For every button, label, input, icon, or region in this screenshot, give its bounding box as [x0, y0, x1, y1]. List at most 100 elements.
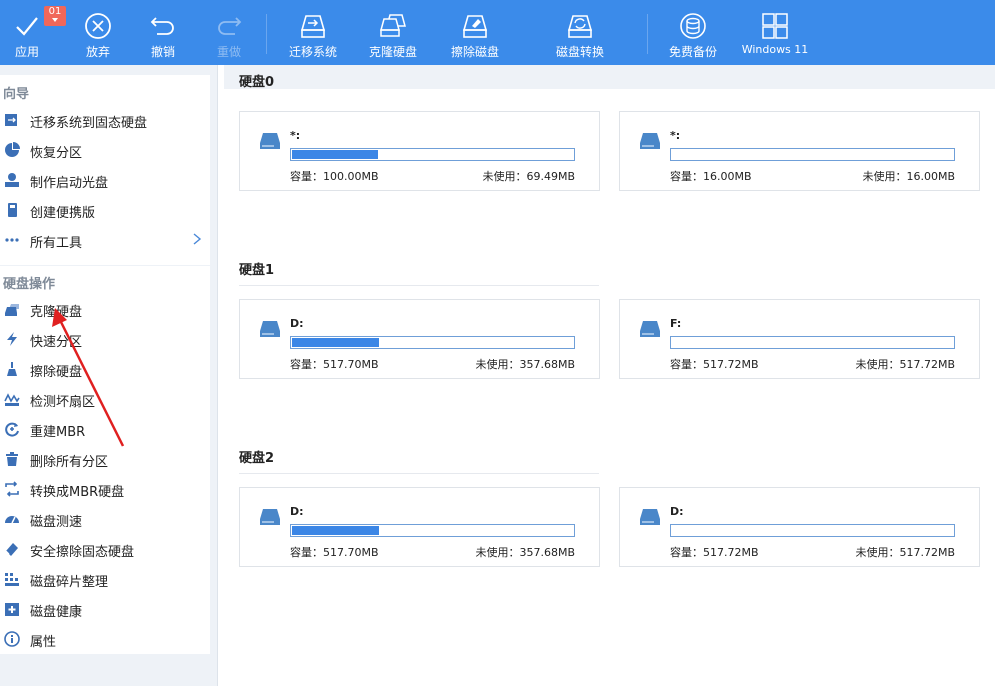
apply-button[interactable]: 应用 01	[4, 0, 66, 65]
defrag-icon	[5, 573, 19, 586]
wipe-disk-button[interactable]: 擦除磁盘	[446, 0, 504, 65]
disk-speed-icon	[5, 516, 19, 524]
wizard-title: 向导	[3, 87, 30, 102]
migrate-ssd-icon	[5, 114, 17, 126]
migrate-os-button[interactable]: 迁移系统	[284, 0, 342, 65]
sidebar-item-label: 转换成MBR硬盘	[30, 485, 125, 500]
capacity-text: 容量：517.72MB	[670, 546, 759, 559]
sidebar-item-label: 创建便携版	[30, 206, 96, 221]
partition-name: *:	[290, 129, 301, 142]
unused-text: 未使用：357.68MB	[475, 358, 575, 371]
sidebar-item-delete-all-partitions[interactable]: 删除所有分区	[0, 444, 210, 474]
wipe-disk-label: 擦除磁盘	[450, 45, 499, 59]
usage-bar	[290, 148, 575, 161]
drive-icon	[260, 321, 280, 337]
partition-card[interactable]: D: 容量：517.70MB 未使用：357.68MB	[239, 299, 600, 379]
sidebar-item-convert-mbr[interactable]: 转换成MBR硬盘	[0, 474, 210, 504]
capacity-text: 容量：100.00MB	[290, 170, 379, 183]
sidebar-item-label: 删除所有分区	[30, 455, 109, 470]
drive-icon	[260, 133, 280, 149]
usage-bar	[290, 524, 575, 537]
toolbar-divider	[647, 14, 648, 54]
redo-button[interactable]: 重做	[206, 0, 252, 65]
drive-icon	[640, 321, 660, 337]
sidebar-item-disk-speed[interactable]: 磁盘测速	[0, 504, 210, 534]
partition-card[interactable]: *: 容量：16.00MB 未使用：16.00MB	[619, 111, 980, 191]
undo-button[interactable]: 撤销	[140, 0, 186, 65]
disk-convert-button[interactable]: 磁盘转换	[551, 0, 609, 65]
usage-bar	[670, 524, 955, 537]
sidebar-item-label: 制作启动光盘	[30, 176, 109, 191]
disk-0-title: 硬盘0	[239, 75, 275, 90]
chevron-right-icon	[193, 233, 202, 245]
sidebar-item-label: 恢复分区	[30, 146, 83, 161]
more-icon	[5, 238, 19, 242]
sidebar-item-label: 磁盘碎片整理	[30, 575, 109, 590]
toolbar: 应用 01 放弃 撤销 重做 迁移系统 克隆硬盘 擦除磁盘 磁盘转换 免费备份 …	[0, 0, 995, 65]
disk-health-icon	[5, 603, 19, 616]
sidebar-item-label: 磁盘测速	[30, 515, 83, 530]
migrate-os-icon	[300, 15, 326, 38]
sidebar-item-bad-sector[interactable]: 检测坏扇区	[0, 384, 210, 414]
sidebar-item-recover-partition[interactable]: 恢复分区	[0, 135, 210, 165]
sidebar-item-quick-partition[interactable]: 快速分区	[0, 324, 210, 354]
sidebar-item-label: 快速分区	[30, 335, 83, 350]
free-backup-label: 免费备份	[668, 45, 717, 59]
partition-card[interactable]: D: 容量：517.70MB 未使用：357.68MB	[239, 487, 600, 567]
free-backup-button[interactable]: 免费备份	[664, 0, 722, 65]
drive-icon	[640, 133, 660, 149]
pending-count-badge: 01	[44, 6, 66, 26]
unused-text: 未使用：69.49MB	[482, 170, 575, 183]
partition-card[interactable]: D: 容量：517.72MB 未使用：517.72MB	[619, 487, 980, 567]
disk-divider	[239, 285, 599, 286]
partition-card[interactable]: *: 容量：100.00MB 未使用：69.49MB	[239, 111, 600, 191]
discard-button[interactable]: 放弃	[74, 0, 122, 65]
capacity-text: 容量：517.70MB	[290, 546, 379, 559]
sidebar-item-all-tools[interactable]: 所有工具	[0, 225, 210, 255]
sidebar-item-secure-erase[interactable]: 安全擦除固态硬盘	[0, 534, 210, 564]
clone-disk-label: 克隆硬盘	[368, 45, 417, 59]
usage-bar	[290, 336, 575, 349]
sidebar-item-disk-health[interactable]: 磁盘健康	[0, 594, 210, 624]
disk-header-bar	[224, 65, 995, 89]
redo-icon	[218, 17, 242, 35]
disk-2-title: 硬盘2	[239, 451, 275, 466]
windows11-button[interactable]: Windows 11	[740, 0, 810, 65]
sidebar-item-bootable-media[interactable]: 制作启动光盘	[0, 165, 210, 195]
sidebar-item-label: 属性	[30, 635, 57, 650]
clone-disk-button[interactable]: 克隆硬盘	[364, 0, 422, 65]
unused-text: 未使用：16.00MB	[862, 170, 955, 183]
windows11-label: Windows 11	[741, 43, 809, 56]
sidebar-item-migrate-ssd[interactable]: 迁移系统到固态硬盘	[0, 105, 210, 135]
sidebar-item-portable[interactable]: 创建便携版	[0, 195, 210, 225]
partition-card[interactable]: F: 容量：517.72MB 未使用：517.72MB	[619, 299, 980, 379]
usage-bar	[670, 336, 955, 349]
convert-mbr-icon	[5, 481, 19, 497]
recover-partition-icon	[5, 142, 20, 157]
sidebar: 向导 迁移系统到固态硬盘 恢复分区 制作启动光盘 创建便携版 所有工具 硬盘操作…	[0, 65, 218, 686]
discard-label: 放弃	[85, 45, 110, 59]
sidebar-item-defrag[interactable]: 磁盘碎片整理	[0, 564, 210, 594]
drive-icon	[260, 509, 280, 525]
undo-icon	[150, 17, 174, 35]
disk-1-title: 硬盘1	[239, 263, 275, 278]
delete-partitions-icon	[6, 452, 18, 466]
capacity-text: 容量：16.00MB	[670, 170, 752, 183]
unused-text: 未使用：517.72MB	[855, 358, 955, 371]
check-icon	[16, 17, 38, 36]
sidebar-item-properties[interactable]: 属性	[0, 624, 210, 654]
drive-icon	[640, 509, 660, 525]
sidebar-item-label: 克隆硬盘	[30, 305, 83, 320]
sidebar-item-rebuild-mbr[interactable]: 重建MBR	[0, 414, 210, 444]
disk-operations-panel: 硬盘操作 克隆硬盘 快速分区 擦除硬盘 检测坏扇区 重建MBR 删除所有分区 转…	[0, 266, 210, 654]
capacity-text: 容量：517.70MB	[290, 358, 379, 371]
backup-icon	[680, 13, 706, 39]
sidebar-item-clone-disk[interactable]: 克隆硬盘	[0, 294, 210, 324]
partition-name: D:	[670, 505, 684, 518]
toolbar-divider	[266, 14, 267, 54]
usage-bar-fill	[292, 338, 379, 347]
partition-name: *:	[670, 129, 681, 142]
sidebar-item-label: 磁盘健康	[30, 605, 83, 620]
sidebar-item-wipe-disk[interactable]: 擦除硬盘	[0, 354, 210, 384]
bad-sector-icon	[4, 393, 20, 406]
